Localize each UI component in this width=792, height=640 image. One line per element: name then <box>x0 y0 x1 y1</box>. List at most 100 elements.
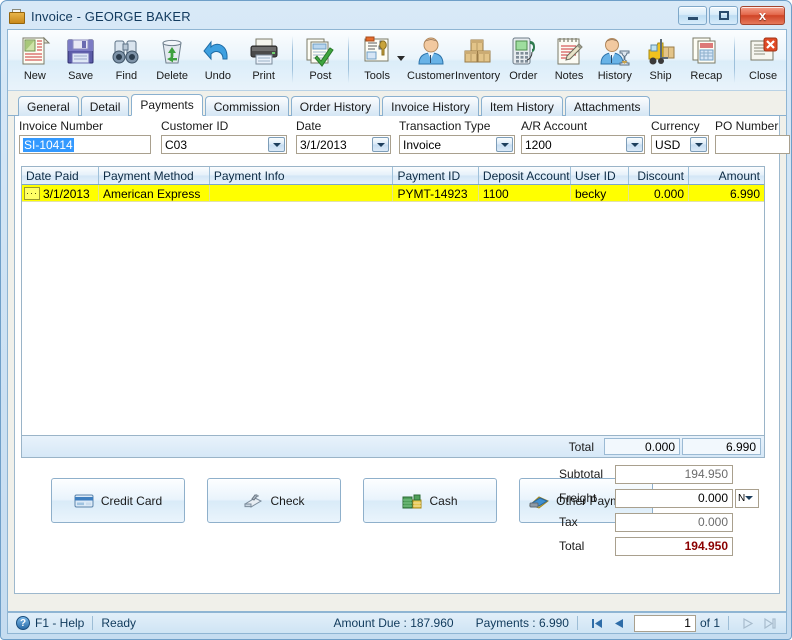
previous-record-button[interactable] <box>611 615 627 631</box>
grid-header-amount[interactable]: Amount <box>689 167 764 184</box>
main-toolbar: New Save Find Delete Undo Print Post Too… <box>8 30 786 91</box>
ar-account-combobox[interactable]: 1200 <box>521 135 645 154</box>
cell-payment-info[interactable] <box>210 185 394 201</box>
tab-payments[interactable]: Payments <box>131 94 203 116</box>
grid-header-payment-info[interactable]: Payment Info <box>210 167 394 184</box>
cash-button-label: Cash <box>429 493 458 508</box>
toolbar-label-print: Print <box>252 70 275 82</box>
toolbar-button-inventory[interactable]: Inventory <box>455 32 501 89</box>
toolbar-label-find: Find <box>115 70 138 82</box>
grid-header-user-id[interactable]: User ID <box>571 167 630 184</box>
field-currency: Currency USD <box>651 119 709 154</box>
first-record-button[interactable] <box>589 615 605 631</box>
toolbar-button-post[interactable]: Post <box>298 32 344 89</box>
cell-deposit-account[interactable]: 1100 <box>479 185 571 201</box>
grid-header-payment-id[interactable]: Payment ID <box>393 167 479 184</box>
tab-commission[interactable]: Commission <box>204 96 289 116</box>
grid-header-date-paid[interactable]: Date Paid <box>22 167 99 184</box>
currency-label: Currency <box>651 119 700 133</box>
customer-id-label: Customer ID <box>161 119 229 133</box>
currency-combobox[interactable]: USD <box>651 135 709 154</box>
cell-payment-method[interactable]: American Express <box>99 185 210 201</box>
toolbar-button-order[interactable]: Order <box>500 32 546 89</box>
toolbar-button-save[interactable]: Save <box>58 32 104 89</box>
tools-dropdown-arrow-icon[interactable] <box>397 56 405 61</box>
tab-label: General <box>27 99 70 114</box>
cell-date-paid[interactable]: ··· 3/1/2013 <box>22 185 99 201</box>
toolbar-button-delete[interactable]: Delete <box>149 32 195 89</box>
tab-general[interactable]: General <box>18 96 79 116</box>
record-number-input[interactable]: 1 <box>633 614 696 632</box>
last-record-button[interactable] <box>762 615 778 631</box>
cell-amount[interactable]: 6.990 <box>689 185 764 201</box>
toolbar-label-tools: Tools <box>364 70 390 82</box>
transaction-type-label: Transaction Type <box>399 119 491 133</box>
chevron-down-icon[interactable] <box>626 137 643 152</box>
chevron-down-icon[interactable] <box>268 137 285 152</box>
help-icon[interactable]: ? <box>16 616 30 630</box>
payments-label: Payments : 6.990 <box>475 616 569 630</box>
tab-item-history[interactable]: Item History <box>480 96 563 116</box>
close-button[interactable]: x <box>740 6 785 25</box>
tab-order-history[interactable]: Order History <box>290 96 381 116</box>
credit-card-button[interactable]: Credit Card <box>51 478 185 523</box>
order-phone-icon <box>506 35 540 68</box>
po-number-input[interactable] <box>715 135 790 154</box>
check-button[interactable]: Check <box>207 478 341 523</box>
tab-detail[interactable]: Detail <box>80 96 130 116</box>
amount-due-label: Amount Due : 187.960 <box>333 616 454 630</box>
toolbar-button-ship[interactable]: Ship <box>638 32 684 89</box>
toolbar-button-history[interactable]: History <box>592 32 638 89</box>
next-record-button[interactable] <box>740 615 756 631</box>
status-separator-2 <box>576 616 578 630</box>
chevron-down-icon[interactable] <box>496 137 513 152</box>
toolbar-label-undo: Undo <box>204 70 232 82</box>
summary-row-total: Total 194.950 <box>559 536 769 556</box>
chevron-down-icon[interactable] <box>372 137 389 152</box>
table-row[interactable]: ··· 3/1/2013 American Express PYMT-14923… <box>22 185 764 202</box>
other-payments-icon <box>529 493 550 509</box>
tab-attachments[interactable]: Attachments <box>564 96 650 116</box>
status-separator-3 <box>728 616 729 630</box>
floppy-disk-icon <box>64 35 98 68</box>
toolbar-button-tools[interactable]: Tools <box>354 32 400 89</box>
tab-invoice-history[interactable]: Invoice History <box>382 96 479 116</box>
chevron-down-icon[interactable] <box>690 137 707 152</box>
cell-discount[interactable]: 0.000 <box>629 185 689 201</box>
toolbar-button-close[interactable]: Close <box>740 32 786 89</box>
toolbar-label-delete: Delete <box>156 70 189 82</box>
customer-id-combobox[interactable]: C03 <box>161 135 287 154</box>
client-area: New Save Find Delete Undo Print Post Too… <box>7 29 790 612</box>
toolbar-button-notes[interactable]: Notes <box>546 32 592 89</box>
date-combobox[interactable]: 3/1/2013 <box>296 135 391 154</box>
grid-header-deposit-account[interactable]: Deposit Account <box>479 167 571 184</box>
freight-taxable-combobox[interactable]: N <box>735 488 759 508</box>
check-icon <box>243 493 263 509</box>
minimize-button[interactable] <box>678 6 707 25</box>
toolbar-separator-1 <box>291 36 293 83</box>
invoice-number-input[interactable]: SI-10414 <box>19 135 151 154</box>
maximize-icon <box>718 11 729 20</box>
toolbar-button-undo[interactable]: Undo <box>195 32 241 89</box>
toolbar-label-ship: Ship <box>649 70 672 82</box>
toolbar-button-customer[interactable]: Customer <box>407 32 455 89</box>
ar-account-label: A/R Account <box>521 119 588 133</box>
toolbar-button-new[interactable]: New <box>12 32 58 89</box>
freight-input[interactable]: 0.000 <box>615 488 733 508</box>
grid-header-discount[interactable]: Discount <box>629 167 689 184</box>
forklift-icon <box>644 35 678 68</box>
toolbar-label-history: History <box>597 70 632 82</box>
cell-payment-id[interactable]: PYMT-14923 <box>393 185 479 201</box>
maximize-button[interactable] <box>709 6 738 25</box>
toolbar-button-recap[interactable]: Recap <box>683 32 729 89</box>
cash-button[interactable]: Cash <box>363 478 497 523</box>
field-ar-account: A/R Account 1200 <box>521 119 645 154</box>
cell-user-id[interactable]: becky <box>571 185 630 201</box>
toolbar-button-find[interactable]: Find <box>104 32 150 89</box>
help-label[interactable]: F1 - Help <box>35 616 84 630</box>
transaction-type-combobox[interactable]: Invoice <box>399 135 515 154</box>
chevron-down-icon[interactable] <box>745 496 758 500</box>
toolbar-button-print[interactable]: Print <box>241 32 287 89</box>
row-ellipsis-button[interactable]: ··· <box>24 187 40 200</box>
grid-header-payment-method[interactable]: Payment Method <box>99 167 210 184</box>
